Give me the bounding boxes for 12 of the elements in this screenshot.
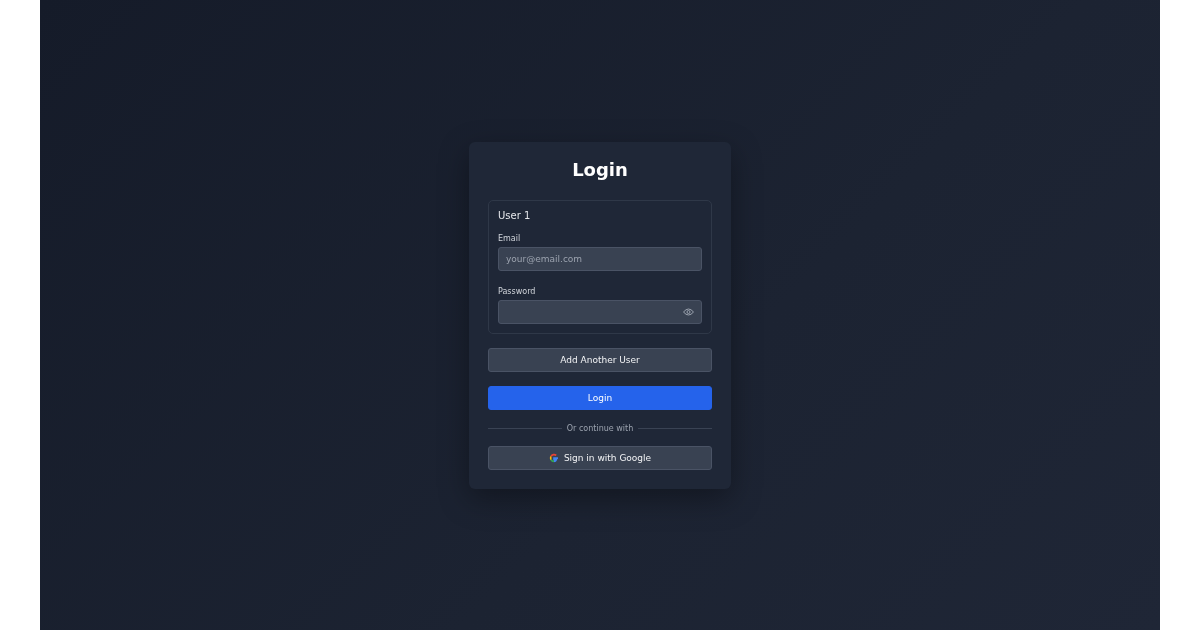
eye-icon[interactable] [683, 307, 694, 316]
password-label: Password [498, 286, 537, 296]
google-button[interactable]: Sign in with Google [488, 445, 712, 470]
google-icon [548, 452, 559, 463]
email-field[interactable]: your@email.com [498, 246, 702, 271]
email-label: Email [498, 233, 522, 243]
divider-text: Or continue with [566, 423, 634, 433]
user-heading: User 1 [498, 209, 532, 221]
login-button[interactable]: Login [488, 385, 712, 410]
login-title: Login [571, 157, 629, 182]
add-user-button[interactable]: Add Another User [488, 347, 712, 372]
password-field[interactable] [498, 299, 702, 324]
